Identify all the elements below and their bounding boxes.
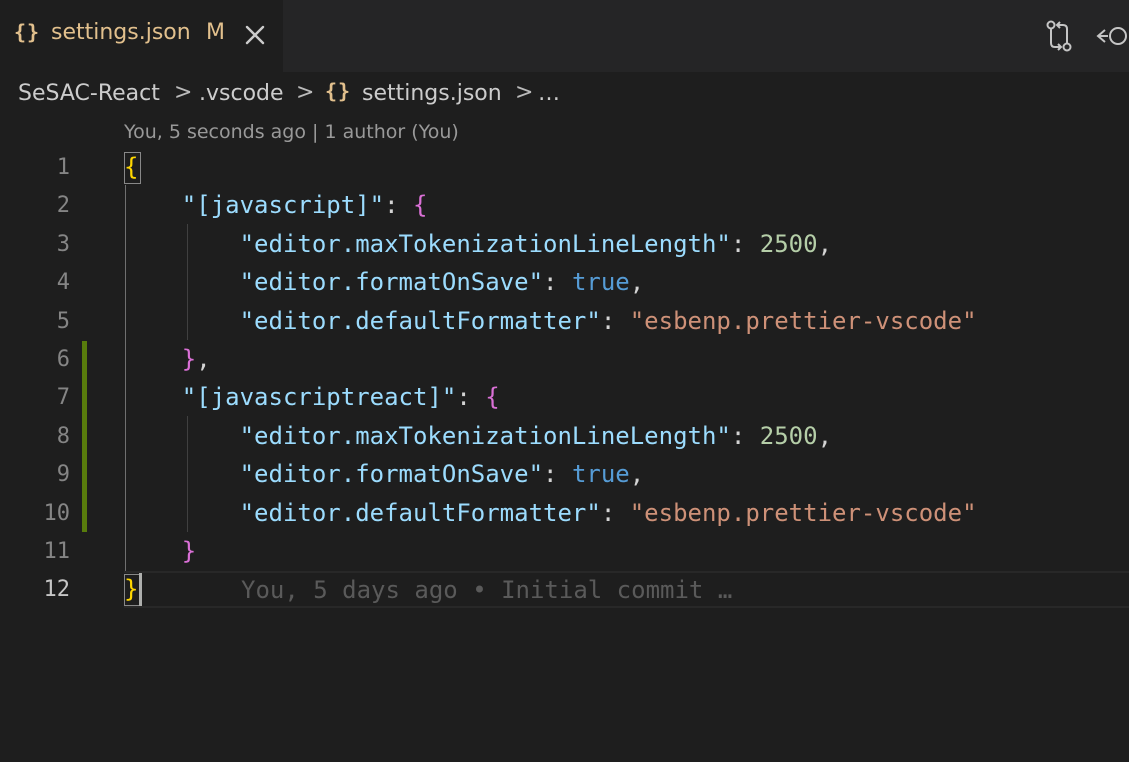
tab-settings-json[interactable]: {} settings.json M <box>0 0 283 72</box>
breadcrumb-item-vscode[interactable]: .vscode <box>199 81 284 106</box>
code-token: "esbenp.prettier-vscode" <box>629 306 977 335</box>
code-token: : <box>384 191 413 220</box>
code-token: 2500 <box>759 421 818 450</box>
json-file-icon: {} <box>325 79 352 103</box>
code-token: : <box>600 306 630 335</box>
tab-label: settings.json <box>51 20 191 45</box>
code-token: "[javascriptreact]" <box>181 383 457 412</box>
code-token: , <box>629 268 645 297</box>
code-token: "editor.formatOnSave" <box>239 460 544 489</box>
code-token: "esbenp.prettier-vscode" <box>629 498 977 527</box>
code-line[interactable]: }, <box>124 340 211 378</box>
tab-bar: {} settings.json M <box>0 0 1129 72</box>
inline-git-blame[interactable]: You, 5 days ago • Initial commit … <box>241 571 732 609</box>
line-number[interactable]: 11 <box>0 539 71 564</box>
code-token: "editor.defaultFormatter" <box>239 306 601 335</box>
line-number[interactable]: 4 <box>0 270 70 295</box>
line-number[interactable]: 7 <box>0 385 70 410</box>
code-line[interactable]: } <box>124 570 138 608</box>
code-token: { <box>124 153 139 181</box>
code-token: : <box>456 383 486 412</box>
code-line[interactable]: "editor.formatOnSave": true, <box>124 263 645 301</box>
code-token: { <box>413 191 428 220</box>
chevron-right-icon: > <box>515 80 534 105</box>
breadcrumb-item-settings-json[interactable]: settings.json <box>362 81 502 106</box>
line-number[interactable]: 2 <box>0 193 70 218</box>
code-token: : <box>543 268 572 297</box>
line-number[interactable]: 5 <box>0 309 70 334</box>
code-token: : <box>730 421 760 450</box>
code-token: } <box>181 537 197 565</box>
code-line[interactable]: "[javascriptreact]": { <box>124 378 500 416</box>
breadcrumb-item-sesac-react[interactable]: SeSAC-React <box>18 81 160 106</box>
code-line[interactable]: "editor.formatOnSave": true, <box>124 455 645 493</box>
code-token: { <box>485 383 500 412</box>
code-token: "editor.maxTokenizationLineLength" <box>239 421 731 450</box>
line-number[interactable]: 12 <box>0 577 71 602</box>
code-line[interactable]: "editor.defaultFormatter": "esbenp.prett… <box>124 494 977 532</box>
json-file-icon: {} <box>14 20 41 44</box>
text-cursor <box>139 573 142 606</box>
line-number[interactable]: 10 <box>0 501 71 526</box>
code-line[interactable]: { <box>124 148 138 186</box>
code-line[interactable]: } <box>124 532 196 570</box>
code-token: : <box>730 229 760 258</box>
code-token: "editor.formatOnSave" <box>239 268 544 297</box>
code-token: "editor.defaultFormatter" <box>239 498 601 527</box>
codelens-authors[interactable]: You, 5 seconds ago | 1 author (You) <box>124 121 459 143</box>
line-number[interactable]: 9 <box>0 462 70 487</box>
code-token: , <box>817 421 833 450</box>
code-token: , <box>817 229 833 258</box>
gutter-modified-indicator[interactable] <box>82 341 87 532</box>
breadcrumb-item-symbols[interactable]: … <box>538 81 560 106</box>
code-token: } <box>124 575 139 604</box>
line-number[interactable]: 6 <box>0 347 70 372</box>
line-number[interactable]: 3 <box>0 232 70 257</box>
code-token: true <box>571 460 630 489</box>
code-line[interactable]: "editor.defaultFormatter": "esbenp.prett… <box>124 302 977 340</box>
code-token: , <box>629 460 645 489</box>
code-token: : <box>600 498 630 527</box>
code-token: : <box>543 460 572 489</box>
go-back-icon[interactable] <box>1095 21 1129 51</box>
code-line[interactable]: "editor.maxTokenizationLineLength": 2500… <box>124 417 832 455</box>
code-token: "editor.maxTokenizationLineLength" <box>239 229 731 258</box>
line-number[interactable]: 1 <box>0 155 70 180</box>
chevron-right-icon: > <box>174 80 193 105</box>
code-token: , <box>196 345 211 373</box>
chevron-right-icon: > <box>296 80 315 105</box>
code-token: "[javascript]" <box>181 191 385 220</box>
modified-badge: M <box>206 20 225 45</box>
breadcrumb: SeSAC-React > .vscode > {} settings.json… <box>0 72 1129 116</box>
code-token: 2500 <box>759 229 818 258</box>
code-token: true <box>571 268 630 297</box>
git-compare-icon[interactable] <box>1043 19 1075 53</box>
line-number[interactable]: 8 <box>0 424 70 449</box>
code-line[interactable]: "editor.maxTokenizationLineLength": 2500… <box>124 225 832 263</box>
code-token: } <box>181 345 197 373</box>
code-line[interactable]: "[javascript]": { <box>124 186 428 224</box>
close-icon[interactable] <box>241 21 269 49</box>
